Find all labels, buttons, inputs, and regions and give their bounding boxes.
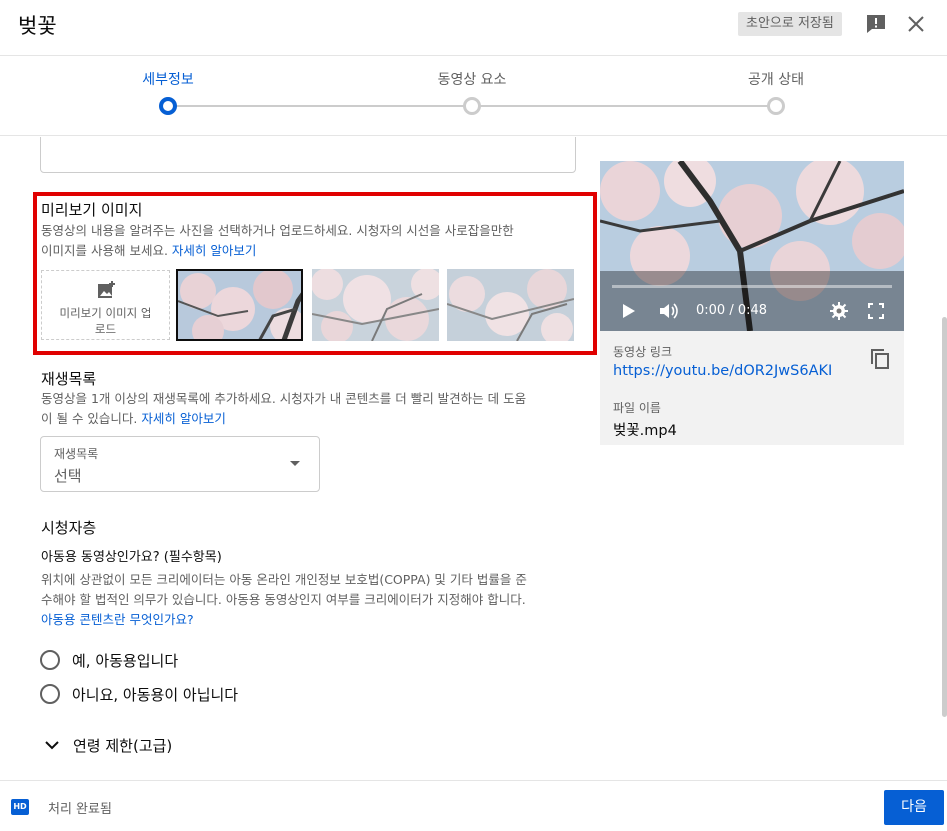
- next-button[interactable]: 다음: [884, 790, 944, 825]
- step-visibility-label[interactable]: 공개 상태: [748, 69, 804, 89]
- cherry-blossom-thumbnail-image: [312, 269, 439, 341]
- thumbnail-title: 미리보기 이미지: [41, 201, 143, 219]
- audience-description-line: 수해야 할 법적인 의무가 있습니다. 아동용 동영상인지 여부를 크리에이터가…: [41, 592, 526, 607]
- step-details-label[interactable]: 세부정보: [142, 69, 194, 89]
- thumbnail-learn-more-link[interactable]: 자세히 알아보기: [172, 243, 256, 258]
- radio-not-made-for-kids-label[interactable]: 아니요, 아동용이 아닙니다: [72, 684, 238, 705]
- thumbnail-option-1[interactable]: [176, 269, 303, 341]
- dialog-title: 벚꽃: [18, 14, 57, 38]
- video-time: 0:00 / 0:48: [696, 303, 768, 318]
- hd-icon: HD: [11, 799, 29, 815]
- video-progress-bar[interactable]: [612, 285, 892, 288]
- playlist-title: 재생목록: [41, 370, 97, 388]
- upload-thumbnail-button[interactable]: 미리보기 이미지 업 로드: [41, 270, 170, 340]
- chevron-down-icon[interactable]: [44, 737, 60, 753]
- thumbnail-description-text: 이미지를 사용해 보세요.: [41, 243, 168, 258]
- caret-down-icon: [290, 461, 300, 466]
- video-link[interactable]: https://youtu.be/dOR2JwS6AKI: [613, 363, 832, 379]
- playlist-description: 동영상을 1개 이상의 재생목록에 추가하세요. 시청자가 내 콘텐츠를 더 빨…: [41, 389, 526, 429]
- video-link-label: 동영상 링크: [613, 345, 673, 359]
- playlist-select[interactable]: 재생목록 선택: [40, 436, 320, 492]
- radio-made-for-kids-label[interactable]: 예, 아동용입니다: [72, 650, 178, 671]
- add-photo-icon: [98, 281, 115, 298]
- play-icon[interactable]: [622, 303, 636, 319]
- playlist-select-value: 선택: [54, 467, 82, 485]
- playlist-learn-more-link[interactable]: 자세히 알아보기: [141, 411, 225, 426]
- draft-status-badge: 초안으로 저장됨: [738, 12, 842, 36]
- upload-thumbnail-label-line: 로드: [94, 322, 117, 336]
- thumbnail-description: 동영상의 내용을 알려주는 사진을 선택하거나 업로드하세요. 시청자의 시선을…: [41, 221, 514, 261]
- radio-not-made-for-kids[interactable]: [40, 684, 60, 704]
- kids-content-help-link[interactable]: 아동용 콘텐츠란 무엇인가요?: [41, 610, 527, 630]
- cherry-blossom-thumbnail-image: [178, 271, 301, 339]
- kids-question: 아동용 동영상인가요? (필수항목): [41, 550, 222, 565]
- thumbnail-option-3[interactable]: [447, 269, 574, 341]
- volume-icon[interactable]: [658, 301, 680, 321]
- step-video-elements-label[interactable]: 동영상 요소: [438, 69, 507, 89]
- dialog-header: 벚꽃 초안으로 저장됨: [0, 0, 947, 56]
- radio-made-for-kids[interactable]: [40, 650, 60, 670]
- video-controls: 0:00 / 0:48: [600, 281, 904, 331]
- description-textarea[interactable]: [40, 137, 576, 173]
- video-preview-card: 0:00 / 0:48 동영상 링크 https://youtu.be/dOR2…: [600, 161, 904, 445]
- filename-label: 파일 이름: [613, 401, 661, 415]
- fullscreen-icon[interactable]: [868, 303, 884, 319]
- cherry-blossom-thumbnail-image: [447, 269, 574, 341]
- thumbnail-option-2[interactable]: [312, 269, 439, 341]
- audience-description-line: 위치에 상관없이 모든 크리에이터는 아동 온라인 개인정보 보호법(COPPA…: [41, 572, 527, 587]
- copy-icon[interactable]: [868, 347, 892, 371]
- age-restriction-toggle[interactable]: 연령 제한(고급): [73, 735, 172, 756]
- dialog-footer: HD 처리 완료됨 다음: [0, 780, 947, 831]
- settings-icon[interactable]: [830, 302, 848, 320]
- upload-thumbnail-label-line: 미리보기 이미지 업: [59, 306, 152, 320]
- playlist-description-line: 이 될 수 있습니다. 자세히 알아보기: [41, 409, 526, 429]
- upload-thumbnail-label: 미리보기 이미지 업 로드: [48, 305, 163, 337]
- stepper-line: [472, 105, 776, 107]
- playlist-description-line: 동영상을 1개 이상의 재생목록에 추가하세요. 시청자가 내 콘텐츠를 더 빨…: [41, 391, 527, 406]
- thumbnail-description-line: 동영상의 내용을 알려주는 사진을 선택하거나 업로드하세요. 시청자의 시선을…: [41, 223, 514, 238]
- step-visibility-dot[interactable]: [767, 97, 785, 115]
- thumbnail-description-line: 이미지를 사용해 보세요. 자세히 알아보기: [41, 241, 514, 261]
- playlist-description-text: 이 될 수 있습니다.: [41, 411, 138, 426]
- step-details-dot[interactable]: [159, 97, 177, 115]
- close-icon[interactable]: [904, 12, 928, 36]
- playlist-select-label: 재생목록: [54, 447, 99, 461]
- audience-description: 위치에 상관없이 모든 크리에이터는 아동 온라인 개인정보 보호법(COPPA…: [41, 570, 527, 630]
- filename-value: 벚꽃.mp4: [613, 423, 677, 439]
- step-video-elements-dot[interactable]: [463, 97, 481, 115]
- processing-status: 처리 완료됨: [48, 802, 112, 817]
- feedback-icon[interactable]: [864, 12, 888, 36]
- progress-stepper: 세부정보 동영상 요소 공개 상태: [0, 56, 947, 136]
- details-form: 미리보기 이미지 동영상의 내용을 알려주는 사진을 선택하거나 업로드하세요.…: [0, 137, 947, 780]
- stepper-line: [168, 105, 472, 107]
- scrollbar-thumb[interactable]: [942, 317, 947, 717]
- video-player[interactable]: 0:00 / 0:48: [600, 161, 904, 331]
- audience-title: 시청자층: [41, 519, 97, 537]
